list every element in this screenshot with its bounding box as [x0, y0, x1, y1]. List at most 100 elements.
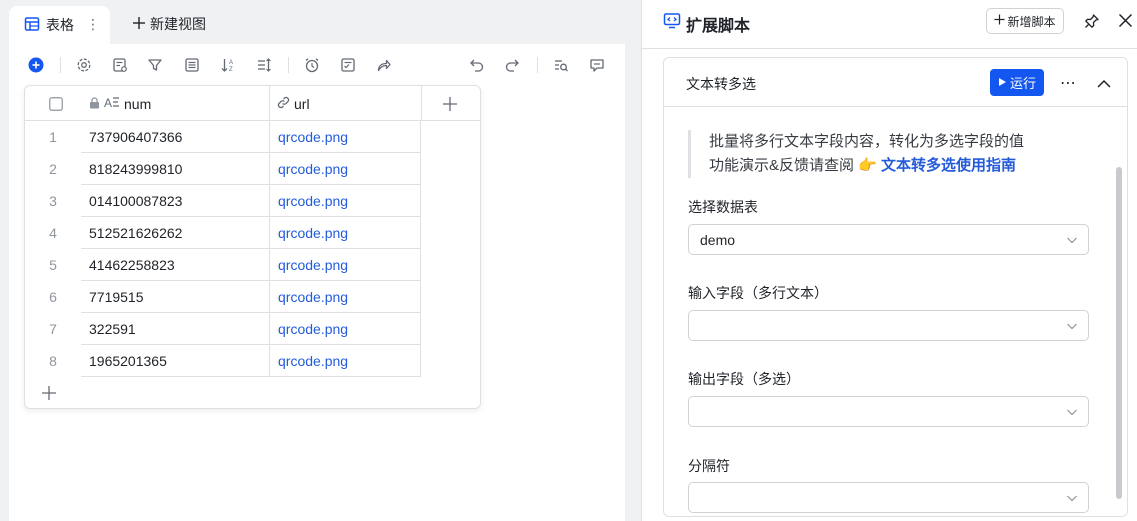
link-icon [277, 96, 290, 112]
redo-icon[interactable] [503, 56, 521, 74]
grid-header: A num url [25, 86, 480, 121]
pointing-hand-icon: 👉 [858, 157, 877, 174]
cell-num[interactable]: 818243999810 [81, 153, 269, 185]
cell-url-link[interactable]: qrcode.png [269, 249, 421, 281]
data-grid: A num url 1 737906407366 qrcode.png 2 81… [24, 85, 481, 409]
cell-num[interactable]: 1965201365 [81, 345, 269, 377]
toolbar: AZ [9, 44, 625, 86]
input-field-select[interactable] [688, 310, 1089, 341]
cell-num[interactable]: 41462258823 [81, 249, 269, 281]
table-select[interactable]: demo [688, 224, 1089, 255]
add-row-icon[interactable] [42, 386, 56, 400]
search-records-icon[interactable] [552, 56, 570, 74]
table-row[interactable]: 7 322591 qrcode.png [25, 313, 480, 345]
lock-icon [89, 96, 100, 112]
column-header-url[interactable]: url [277, 86, 417, 121]
table-row[interactable]: 2 818243999810 qrcode.png [25, 153, 480, 185]
more-horizontal-icon[interactable]: ⋯ [1060, 73, 1077, 93]
field-label-input: 输入字段（多行文本） [688, 285, 828, 301]
pin-icon[interactable] [1084, 13, 1100, 32]
row-number: 1 [49, 129, 57, 145]
app-root: 表格 ⋮ 新建视图 A Z A num url 1 737906407366 q… [0, 0, 1137, 521]
undo-icon[interactable] [468, 56, 486, 74]
table-row[interactable]: 5 41462258823 qrcode.png [25, 249, 480, 281]
table-row[interactable]: 8 1965201365 qrcode.png [25, 345, 480, 377]
cell-num[interactable]: 737906407366 [81, 121, 269, 153]
view-tabs: 表格 ⋮ 新建视图 [0, 0, 641, 44]
table-row[interactable]: 4 512521626262 qrcode.png [25, 217, 480, 249]
column-label: url [294, 95, 310, 112]
description-text: 功能演示&反馈请查阅 [709, 157, 855, 174]
field-label-separator: 分隔符 [688, 458, 730, 474]
select-all-checkbox[interactable] [49, 86, 65, 121]
tab-label: 表格 [46, 17, 74, 33]
new-view-button[interactable]: 新建视图 [132, 14, 206, 34]
cell-url-link[interactable]: qrcode.png [269, 121, 421, 153]
form-icon[interactable] [339, 56, 357, 74]
row-number: 6 [49, 289, 57, 305]
plus-icon [132, 16, 146, 33]
share-icon[interactable] [375, 56, 393, 74]
row-height-icon[interactable] [255, 56, 273, 74]
field-label-table: 选择数据表 [688, 199, 758, 215]
script-title: 文本转多选 [686, 76, 756, 92]
panel-header: 扩展脚本 新增脚本 [642, 0, 1137, 49]
add-record-icon[interactable] [27, 56, 45, 74]
table-row[interactable]: 3 014100087823 qrcode.png [25, 185, 480, 217]
add-script-label: 新增脚本 [1007, 14, 1056, 29]
table-row[interactable]: 1 737906407366 qrcode.png [25, 121, 480, 153]
cell-num[interactable]: 7719515 [81, 281, 269, 313]
chevron-down-icon [1067, 323, 1077, 330]
group-icon[interactable] [183, 56, 201, 74]
cell-num[interactable]: 512521626262 [81, 217, 269, 249]
chevron-down-icon [1067, 495, 1077, 502]
cell-url-link[interactable]: qrcode.png [269, 281, 421, 313]
more-vertical-icon[interactable]: ⋮ [86, 16, 100, 33]
cell-url-link[interactable]: qrcode.png [269, 185, 421, 217]
add-script-button[interactable]: 新增脚本 [986, 8, 1064, 34]
run-label: 运行 [1009, 76, 1036, 91]
tab-grid-view[interactable]: 表格 ⋮ [9, 6, 110, 44]
column-header-num[interactable]: A num [89, 86, 269, 121]
guide-link[interactable]: 文本转多选使用指南 [881, 157, 1016, 174]
scrollbar[interactable] [1116, 167, 1122, 499]
select-value: demo [700, 231, 736, 248]
column-label: num [124, 95, 152, 112]
field-label-output: 输出字段（多选） [688, 371, 800, 387]
sort-icon[interactable]: AZ [219, 56, 237, 74]
cell-num[interactable]: 322591 [81, 313, 269, 345]
description-line2: 功能演示&反馈请查阅 👉 文本转多选使用指南 [709, 154, 1024, 178]
comment-icon[interactable] [588, 56, 606, 74]
filter-icon[interactable] [146, 56, 164, 74]
row-number: 4 [49, 225, 57, 241]
panel-title: 扩展脚本 [686, 18, 751, 35]
row-number: 7 [49, 321, 57, 337]
cell-num[interactable]: 014100087823 [81, 185, 269, 217]
close-icon[interactable] [1118, 13, 1133, 31]
separator-select[interactable] [688, 482, 1089, 513]
row-number: 8 [49, 353, 57, 369]
chevron-up-icon[interactable] [1097, 75, 1111, 91]
script-card: 文本转多选 运行 ⋯ 批量将多行文本字段内容，转化为多选字段的值 功能演示&反馈… [663, 57, 1128, 517]
new-view-label: 新建视图 [150, 16, 206, 32]
cell-url-link[interactable]: qrcode.png [269, 153, 421, 185]
output-field-select[interactable] [688, 396, 1089, 427]
settings-icon[interactable] [75, 56, 93, 74]
table-area: 表格 ⋮ 新建视图 A Z A num url 1 737906407366 q… [0, 0, 641, 521]
grid-view-panel: AZ A num url 1 737906407366 qrcode.png 2… [9, 44, 625, 521]
field-config-icon[interactable] [111, 56, 129, 74]
cell-url-link[interactable]: qrcode.png [269, 313, 421, 345]
svg-text:A: A [229, 60, 233, 66]
row-number: 3 [49, 193, 57, 209]
alarm-clock-icon[interactable] [303, 56, 321, 74]
add-column-icon[interactable] [443, 86, 459, 121]
play-icon [998, 75, 1007, 90]
table-row[interactable]: 6 7719515 qrcode.png [25, 281, 480, 313]
script-form: 批量将多行文本字段内容，转化为多选字段的值 功能演示&反馈请查阅 👉 文本转多选… [664, 107, 1127, 516]
text-field-icon: A [104, 95, 120, 112]
svg-text:A: A [104, 96, 112, 109]
chevron-down-icon [1067, 409, 1077, 416]
run-button[interactable]: 运行 [990, 69, 1044, 96]
cell-url-link[interactable]: qrcode.png [269, 217, 421, 249]
cell-url-link[interactable]: qrcode.png [269, 345, 421, 377]
